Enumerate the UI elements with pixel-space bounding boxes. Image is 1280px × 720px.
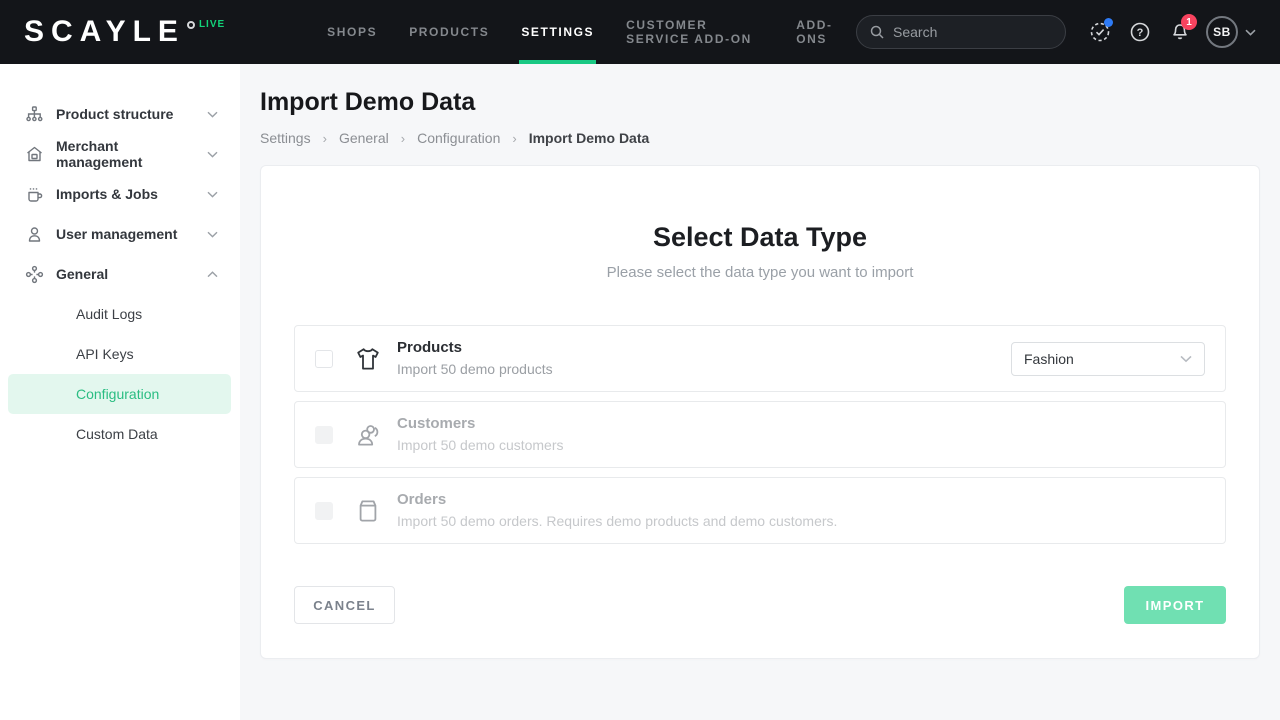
live-ring-icon — [187, 21, 195, 29]
sidebar-item-general[interactable]: General — [0, 254, 240, 294]
question-icon: ? — [1129, 21, 1151, 43]
live-badge: LIVE — [187, 19, 225, 30]
store-icon — [24, 145, 44, 164]
option-description: Import 50 demo customers — [397, 435, 564, 455]
sidebar-subitem-api-keys[interactable]: API Keys — [8, 334, 231, 374]
option-text: Customers Import 50 demo customers — [397, 413, 564, 455]
chevron-right-icon: › — [323, 131, 327, 146]
sidebar-item-product-structure[interactable]: Product structure — [0, 94, 240, 134]
search-icon — [869, 24, 885, 40]
chevron-right-icon: › — [512, 131, 516, 146]
tshirt-icon — [353, 346, 383, 372]
sidebar-item-merchant-management[interactable]: Merchant management — [0, 134, 240, 174]
option-title: Customers — [397, 413, 564, 435]
search-input[interactable] — [893, 24, 1053, 40]
option-description: Import 50 demo orders. Requires demo pro… — [397, 511, 837, 531]
cancel-button[interactable]: CANCEL — [294, 586, 395, 624]
hierarchy-icon — [24, 105, 44, 124]
option-text: Orders Import 50 demo orders. Requires d… — [397, 489, 837, 531]
sidebar-item-user-management[interactable]: User management — [0, 214, 240, 254]
chevron-up-icon — [207, 271, 218, 278]
user-menu[interactable]: SB — [1206, 16, 1256, 48]
page-title: Import Demo Data — [260, 88, 1260, 117]
notification-badge: 1 — [1181, 14, 1197, 30]
option-row-products: Products Import 50 demo products Fashion — [294, 325, 1226, 392]
nav-item-settings[interactable]: SETTINGS — [505, 0, 610, 64]
sidebar-subitem-audit-logs[interactable]: Audit Logs — [8, 294, 231, 334]
products-category-select[interactable]: Fashion — [1011, 342, 1205, 376]
tasks-status-button[interactable] — [1080, 12, 1120, 52]
option-description: Import 50 demo products — [397, 359, 553, 379]
option-text: Products Import 50 demo products — [397, 337, 553, 379]
help-button[interactable]: ? — [1120, 12, 1160, 52]
sidebar-item-label: Imports & Jobs — [56, 186, 207, 202]
card-heading: Select Data Type — [294, 222, 1226, 253]
import-button[interactable]: IMPORT — [1124, 586, 1226, 624]
main-content: Import Demo Data Settings › General › Co… — [240, 64, 1280, 720]
user-icon — [24, 225, 44, 244]
option-row-customers: Customers Import 50 demo customers — [294, 401, 1226, 468]
customers-checkbox — [315, 426, 333, 444]
breadcrumb: Settings › General › Configuration › Imp… — [260, 130, 1260, 146]
orders-checkbox — [315, 502, 333, 520]
sidebar-item-label: General — [56, 266, 207, 282]
breadcrumb-configuration[interactable]: Configuration — [417, 130, 500, 146]
sidebar-subitem-custom-data[interactable]: Custom Data — [8, 414, 231, 454]
avatar: SB — [1206, 16, 1238, 48]
nav-item-products[interactable]: PRODUCTS — [393, 0, 505, 64]
nodes-icon — [24, 265, 44, 284]
card-subheading: Please select the data type you want to … — [294, 264, 1226, 281]
import-demo-data-card: Select Data Type Please select the data … — [260, 165, 1260, 659]
nav-item-shops[interactable]: SHOPS — [311, 0, 393, 64]
customers-icon — [353, 422, 383, 448]
search-box[interactable] — [856, 15, 1066, 49]
sidebar: Product structure Merchant management Im… — [0, 64, 240, 720]
chevron-down-icon — [207, 151, 218, 158]
sidebar-item-imports-jobs[interactable]: Imports & Jobs — [0, 174, 240, 214]
svg-text:?: ? — [1137, 27, 1144, 39]
card-footer: CANCEL IMPORT — [294, 586, 1226, 624]
option-row-orders: Orders Import 50 demo orders. Requires d… — [294, 477, 1226, 544]
notifications-button[interactable]: 1 — [1160, 12, 1200, 52]
sidebar-item-label: User management — [56, 226, 207, 242]
breadcrumb-general[interactable]: General — [339, 130, 389, 146]
app-logo[interactable]: SCAYLE LIVE — [24, 17, 225, 47]
live-label: LIVE — [199, 19, 225, 30]
chevron-down-icon — [207, 111, 218, 118]
main-nav: SHOPS PRODUCTS SETTINGS CUSTOMER SERVICE… — [311, 0, 856, 64]
logo-text: SCAYLE — [24, 17, 185, 47]
breadcrumb-settings[interactable]: Settings — [260, 130, 311, 146]
chevron-down-icon — [207, 231, 218, 238]
sidebar-item-label: Product structure — [56, 106, 207, 122]
nav-item-add-ons[interactable]: ADD-ONS — [780, 0, 856, 64]
chevron-down-icon — [1245, 29, 1256, 36]
sidebar-subitem-configuration[interactable]: Configuration — [8, 374, 231, 414]
top-icon-group: ? 1 SB — [1080, 12, 1256, 52]
top-nav: SCAYLE LIVE SHOPS PRODUCTS SETTINGS CUST… — [0, 0, 1280, 64]
chevron-right-icon: › — [401, 131, 405, 146]
option-title: Products — [397, 337, 553, 359]
mug-icon — [24, 185, 44, 204]
products-checkbox[interactable] — [315, 350, 333, 368]
sidebar-item-label: Merchant management — [56, 138, 207, 170]
option-title: Orders — [397, 489, 837, 511]
nav-item-customer-service-add-on[interactable]: CUSTOMER SERVICE ADD-ON — [610, 0, 780, 64]
select-value: Fashion — [1024, 351, 1074, 367]
orders-icon — [353, 498, 383, 524]
chevron-down-icon — [1180, 355, 1192, 363]
status-dot — [1104, 18, 1113, 27]
chevron-down-icon — [207, 191, 218, 198]
breadcrumb-current: Import Demo Data — [529, 130, 650, 146]
